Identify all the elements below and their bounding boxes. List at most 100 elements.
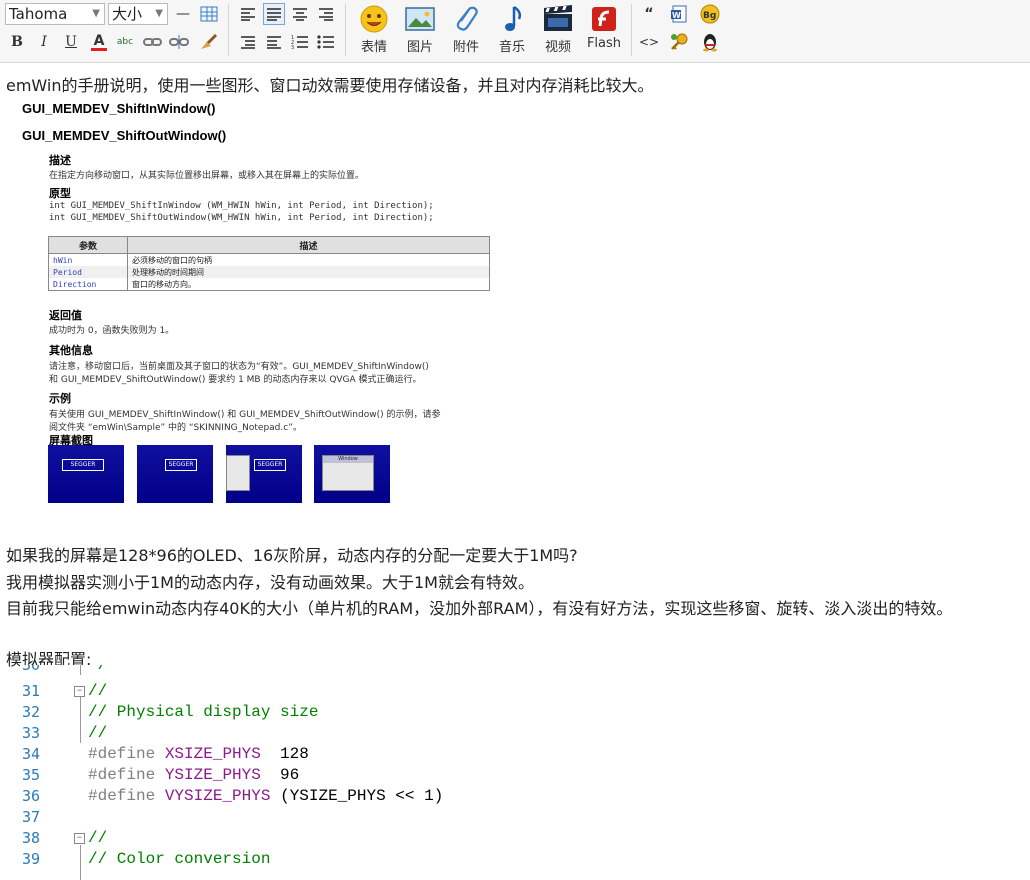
param-desc: 处理移动的时间期间: [127, 266, 490, 278]
doc-other-text: 请注意，移动窗口后，当前桌面及其子窗口的状态为“有效”。GUI_MEMDEV_S…: [49, 362, 429, 372]
screenshot-thumb: Window: [314, 445, 390, 503]
font-size-value: 大小: [112, 5, 143, 23]
line-number: 34: [21, 745, 40, 763]
font-color-button[interactable]: A: [88, 31, 110, 53]
doc-proto-line: int GUI_MEMDEV_ShiftOutWindow(WM_HWIN hW…: [49, 213, 434, 223]
video-button[interactable]: 视频: [536, 4, 580, 58]
quote-button[interactable]: “: [638, 3, 660, 25]
horizontal-rule-button[interactable]: —: [172, 3, 194, 25]
table-row: hWin 必须移动的窗口的句柄: [48, 253, 490, 266]
editor-toolbar: Tahoma ▼ 大小 ▼ — B I U A abc 123 表情 图片 附件 音…: [0, 0, 1030, 63]
align-center-button[interactable]: [289, 3, 311, 25]
image-button[interactable]: 图片: [398, 4, 442, 58]
unordered-list-button[interactable]: [315, 31, 337, 53]
key-button[interactable]: [668, 31, 690, 53]
doc-example-text: 有关使用 GUI_MEMDEV_ShiftInWindow() 和 GUI_ME…: [49, 410, 441, 420]
param-name: Direction: [48, 278, 128, 291]
doc-proto-line: int GUI_MEMDEV_ShiftInWindow (WM_HWIN hW…: [49, 201, 434, 211]
align-left-icon: [241, 8, 255, 21]
code-line: //: [88, 829, 108, 847]
line-number: 31: [21, 682, 40, 700]
doc-return-text: 成功时为 0，函数失败则为 1。: [49, 326, 175, 336]
doc-title-shiftout: GUI_MEMDEV_ShiftOutWindow(): [22, 128, 227, 143]
table-button[interactable]: [198, 3, 220, 25]
broom-icon: [201, 33, 218, 49]
table-row: Period 处理移动的时间期间: [48, 266, 490, 278]
code-snippet: 30 */ 31 − // 32 // Physical display siz…: [20, 665, 1000, 880]
background-color-button[interactable]: Bg: [699, 3, 721, 25]
music-label: 音乐: [498, 40, 525, 55]
music-button[interactable]: 音乐: [490, 4, 534, 58]
doc-title-shiftin: GUI_MEMDEV_ShiftInWindow(): [22, 101, 216, 116]
align-left-button[interactable]: [237, 3, 259, 25]
params-table: 参数 描述 hWin 必须移动的窗口的句柄 Period 处理移动的时间期间 Dire…: [48, 236, 490, 291]
image-icon: [405, 7, 435, 31]
video-label: 视频: [544, 40, 571, 55]
link-button[interactable]: [142, 31, 164, 53]
spellcheck-button[interactable]: abc: [114, 31, 136, 53]
align-justify-icon: [267, 8, 281, 21]
bg-color-icon: Bg: [700, 4, 720, 24]
underline-button[interactable]: U: [60, 31, 82, 53]
clear-format-button[interactable]: [198, 31, 220, 53]
code-line: //: [88, 682, 108, 700]
word-icon: W: [671, 5, 687, 23]
question-line: 目前我只能给emwin动态内存40K的大小（单片机的RAM，没加外部RAM），有…: [6, 599, 953, 618]
svg-text:Bg: Bg: [703, 11, 716, 21]
outdent-icon: [267, 36, 281, 49]
param-name: Period: [48, 266, 128, 278]
doc-example-heading: 示例: [49, 392, 71, 405]
doc-other-heading: 其他信息: [49, 344, 93, 357]
code-line: // Physical display size: [88, 703, 319, 721]
spellcheck-icon: abc: [116, 37, 134, 47]
indent-button[interactable]: [237, 31, 259, 53]
line-number: 39: [21, 850, 40, 868]
font-color-icon: A: [93, 32, 105, 49]
unlink-button[interactable]: [168, 31, 190, 53]
music-icon: [505, 5, 522, 31]
font-size-select[interactable]: 大小 ▼: [108, 3, 168, 25]
line-number: 32: [21, 703, 40, 721]
align-right-button[interactable]: [315, 3, 337, 25]
font-family-select[interactable]: Tahoma ▼: [5, 3, 105, 25]
align-right-icon: [319, 8, 333, 21]
bold-icon: B: [11, 34, 23, 50]
line-number: 38: [21, 829, 40, 847]
bold-button[interactable]: B: [6, 31, 28, 53]
flash-button[interactable]: Flash: [582, 4, 626, 58]
attachment-button[interactable]: 附件: [444, 4, 488, 58]
image-label: 图片: [406, 40, 433, 55]
screenshot-thumb: SEGGER: [226, 445, 302, 503]
code-line: // Color conversion: [88, 850, 271, 868]
segger-logo: SEGGER: [165, 459, 197, 471]
ordered-list-button[interactable]: 123: [289, 31, 311, 53]
emoticon-button[interactable]: 表情: [352, 4, 396, 58]
qq-button[interactable]: [699, 31, 721, 53]
param-name: hWin: [48, 253, 128, 266]
flash-icon: [592, 7, 616, 31]
video-icon: [544, 5, 572, 31]
chevron-down-icon: ▼: [92, 8, 100, 19]
unordered-list-icon: [317, 35, 334, 49]
italic-button[interactable]: I: [33, 31, 55, 53]
code-line: #define XSIZE_PHYS 128: [88, 745, 309, 763]
toolbar-separator: [228, 4, 229, 56]
collapse-toggle[interactable]: −: [74, 686, 85, 697]
flash-label: Flash: [586, 36, 622, 51]
word-paste-button[interactable]: W: [668, 3, 690, 25]
underline-icon: U: [65, 34, 77, 50]
question-line: 我用模拟器实测小于1M的动态内存，没有动画效果。大于1M就会有特效。: [6, 573, 534, 592]
outdent-button[interactable]: [263, 31, 285, 53]
attachment-label: 附件: [452, 40, 479, 55]
code-line: //: [88, 724, 108, 742]
collapse-toggle[interactable]: −: [74, 833, 85, 844]
emoticon-label: 表情: [360, 40, 387, 55]
ordered-list-icon: 123: [291, 35, 308, 50]
indent-icon: [241, 36, 255, 49]
code-button[interactable]: <>: [638, 31, 660, 53]
qq-penguin-icon: [703, 34, 717, 52]
segger-logo: SEGGER: [62, 459, 104, 471]
code-line: #define YSIZE_PHYS 96: [88, 766, 300, 784]
align-justify-button[interactable]: [263, 3, 285, 25]
doc-desc-heading: 描述: [49, 154, 71, 167]
